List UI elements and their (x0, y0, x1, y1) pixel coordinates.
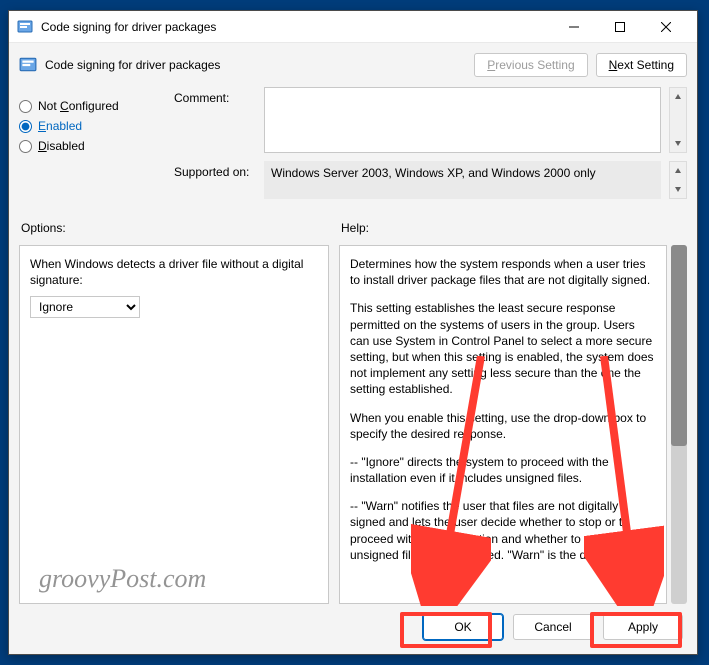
comment-label: Comment: (174, 87, 256, 153)
panes: Options: When Windows detects a driver f… (19, 217, 687, 604)
help-label: Help: (341, 221, 687, 235)
help-text: -- "Ignore" directs the system to procee… (350, 454, 656, 486)
help-text: When you enable this setting, use the dr… (350, 410, 656, 442)
signature-action-select[interactable]: Ignore (30, 296, 140, 318)
close-button[interactable] (643, 12, 689, 42)
maximize-button[interactable] (597, 12, 643, 42)
supported-scrollbar[interactable] (669, 161, 687, 199)
help-scrollbar[interactable] (671, 245, 687, 604)
window-title: Code signing for driver packages (41, 20, 551, 34)
scroll-up-icon[interactable] (670, 162, 686, 180)
ok-button[interactable]: OK (423, 614, 503, 640)
minimize-button[interactable] (551, 12, 597, 42)
help-text: This setting establishes the least secur… (350, 300, 656, 397)
dialog-footer: OK Cancel Apply (19, 604, 687, 644)
content-area: Code signing for driver packages Previou… (9, 43, 697, 654)
policy-icon (19, 56, 37, 74)
policy-icon (17, 19, 33, 35)
scroll-down-icon[interactable] (670, 180, 686, 198)
help-text: Determines how the system responds when … (350, 256, 656, 288)
scroll-up-icon[interactable] (670, 88, 686, 106)
state-radio-group: Not Configured Enabled Disabled (19, 87, 164, 207)
radio-not-configured[interactable]: Not Configured (19, 99, 164, 113)
radio-disabled-input[interactable] (19, 140, 32, 153)
scroll-thumb[interactable] (671, 245, 687, 446)
policy-title: Code signing for driver packages (45, 58, 466, 72)
help-box: Determines how the system responds when … (339, 245, 667, 604)
config-area: Not Configured Enabled Disabled Comment: (19, 87, 687, 207)
radio-enabled[interactable]: Enabled (19, 119, 164, 133)
radio-enabled-input[interactable] (19, 120, 32, 133)
meta-column: Comment: Supported on: Windows Server 20… (174, 87, 687, 207)
supported-on-value: Windows Server 2003, Windows XP, and Win… (264, 161, 661, 199)
options-label: Options: (21, 221, 329, 235)
scroll-down-icon[interactable] (670, 134, 686, 152)
options-pane: Options: When Windows detects a driver f… (19, 217, 329, 604)
header-row: Code signing for driver packages Previou… (19, 53, 687, 77)
next-setting-button[interactable]: Next Setting (596, 53, 687, 77)
supported-on-label: Supported on: (174, 161, 256, 199)
radio-not-configured-input[interactable] (19, 100, 32, 113)
previous-setting-button[interactable]: Previous Setting (474, 53, 587, 77)
radio-disabled[interactable]: Disabled (19, 139, 164, 153)
titlebar: Code signing for driver packages (9, 11, 697, 43)
watermark: groovyPost.com (39, 564, 206, 594)
apply-button[interactable]: Apply (603, 614, 683, 640)
dialog-window: Code signing for driver packages Code si… (8, 10, 698, 655)
options-prompt: When Windows detects a driver file witho… (30, 256, 318, 288)
help-pane: Help: Determines how the system responds… (339, 217, 687, 604)
cancel-button[interactable]: Cancel (513, 614, 593, 640)
options-box: When Windows detects a driver file witho… (19, 245, 329, 604)
comment-scrollbar[interactable] (669, 87, 687, 153)
comment-input[interactable] (264, 87, 661, 153)
help-text: -- "Warn" notifies the user that files a… (350, 498, 656, 563)
